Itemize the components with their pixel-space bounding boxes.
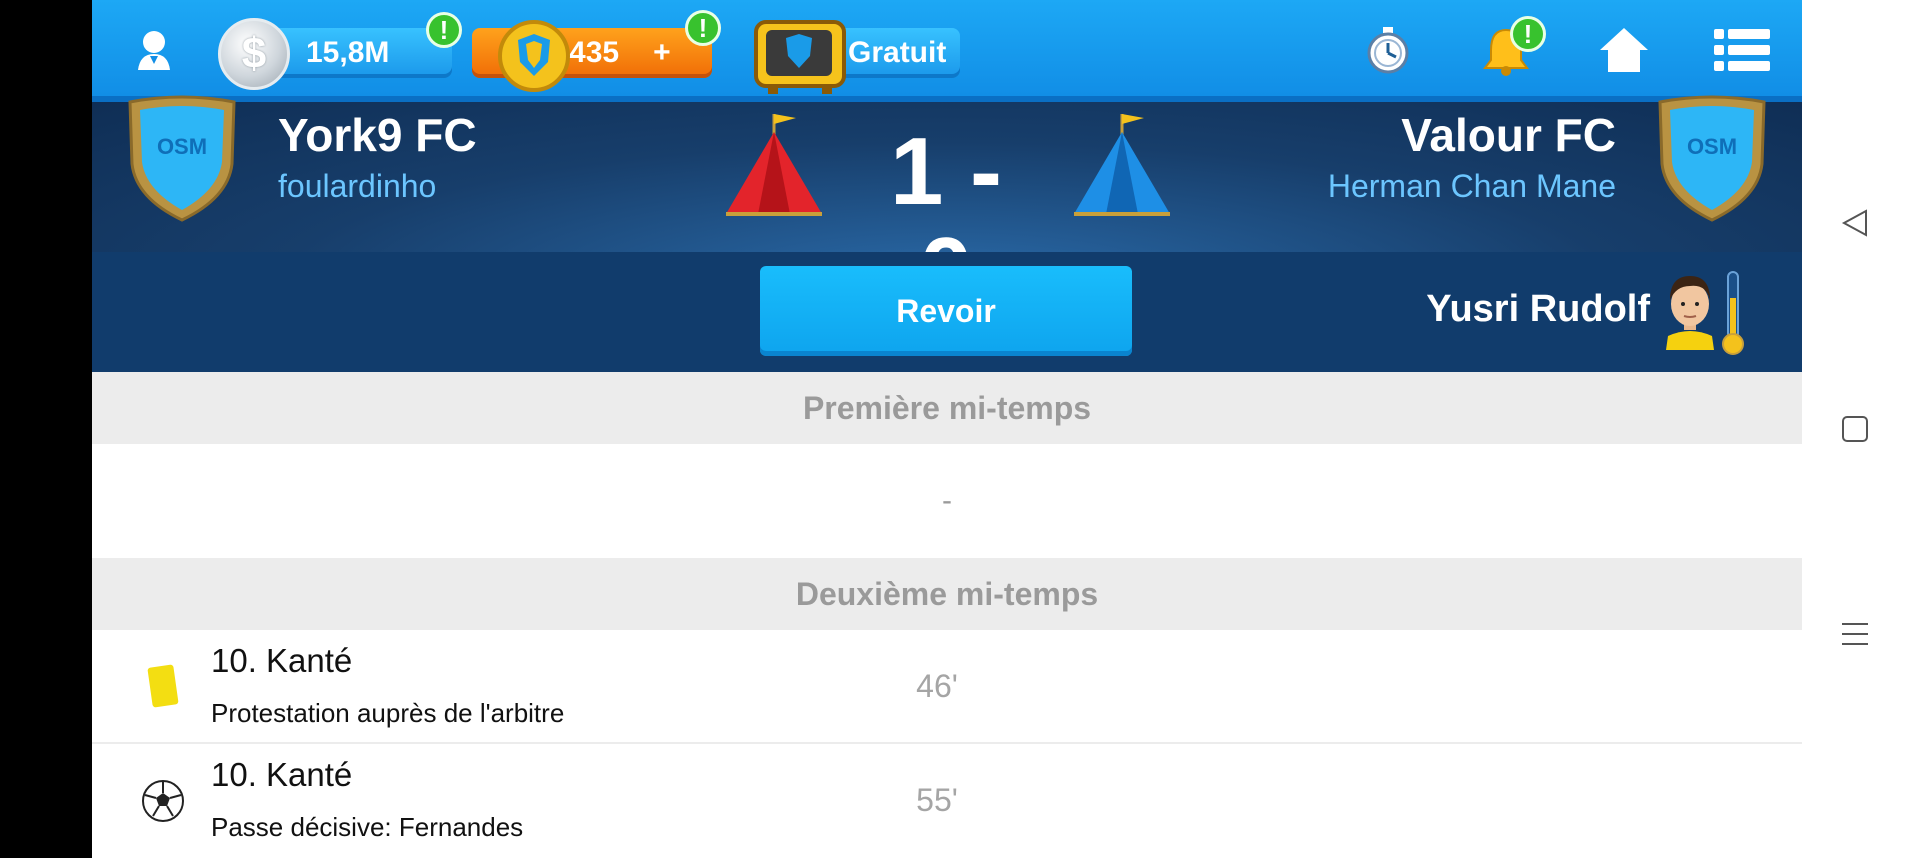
- match-header: OSM York9 FC foulardinho 1 - 0 Valour FC…: [92, 95, 1802, 322]
- add-coins-button[interactable]: +: [653, 36, 671, 70]
- top-bar: 15,8M $ ! 4 435 + ! Gratuit !: [92, 0, 1802, 102]
- app-window: 15,8M $ ! 4 435 + ! Gratuit ! OSM York9 …: [92, 0, 1802, 858]
- stopwatch-icon[interactable]: [1362, 24, 1414, 76]
- away-tent-icon: [1070, 110, 1174, 220]
- notification-alert-badge: !: [1510, 16, 1546, 52]
- event-player: 10. Kanté: [211, 642, 353, 679]
- away-team-shield-icon: OSM: [1650, 94, 1774, 224]
- yellow-card-icon: [138, 662, 188, 712]
- away-manager-name: Herman Chan Mane: [1327, 168, 1616, 204]
- dollar-coin-icon: $: [218, 18, 290, 90]
- home-manager-name: foulardinho: [278, 168, 437, 204]
- football-icon: [138, 776, 188, 826]
- event-row[interactable]: 10. Kanté Passe décisive: Fernandes 55': [92, 744, 1802, 858]
- event-detail: Protestation auprès de l'arbitre: [211, 698, 565, 728]
- cash-alert-badge: !: [426, 12, 462, 48]
- menu-list-icon[interactable]: [1712, 24, 1772, 76]
- home-icon[interactable]: [1598, 24, 1650, 76]
- first-half-empty: -: [92, 444, 1802, 558]
- away-team-name: Valour FC: [1401, 109, 1616, 161]
- event-row[interactable]: 10. Kanté Protestation auprès de l'arbit…: [92, 630, 1802, 744]
- event-minute: 46': [916, 668, 958, 704]
- osm-coin-icon: [496, 18, 572, 94]
- coins-alert-badge: !: [685, 10, 721, 46]
- profile-icon[interactable]: [128, 24, 180, 76]
- home-tent-icon: [722, 110, 826, 220]
- tv-icon: [752, 16, 848, 96]
- away-shield-text: OSM: [1687, 134, 1737, 159]
- first-half-header: Première mi-temps: [92, 372, 1802, 444]
- system-nav-bar: [1802, 0, 1907, 858]
- event-minute: 55': [916, 782, 958, 818]
- coach-name[interactable]: Yusri Rudolf: [1426, 288, 1650, 331]
- home-team-name: York9 FC: [278, 109, 477, 161]
- menu-icon[interactable]: [1838, 617, 1872, 651]
- home-shield-text: OSM: [157, 134, 207, 159]
- back-icon[interactable]: [1838, 206, 1872, 240]
- cash-amount: 15,8M: [306, 36, 390, 69]
- form-thermometer-icon: [1720, 270, 1746, 356]
- second-half-header: Deuxième mi-temps: [92, 558, 1802, 630]
- home-team-shield-icon: OSM: [120, 94, 244, 224]
- free-tv-label: Gratuit: [848, 36, 947, 69]
- overview-icon[interactable]: [1838, 412, 1872, 446]
- replay-button[interactable]: Revoir: [760, 266, 1132, 356]
- coach-avatar[interactable]: [1660, 270, 1720, 350]
- replay-row: Revoir Yusri Rudolf: [92, 252, 1802, 372]
- event-player: 10. Kanté: [211, 756, 353, 793]
- event-detail: Passe décisive: Fernandes: [211, 812, 524, 842]
